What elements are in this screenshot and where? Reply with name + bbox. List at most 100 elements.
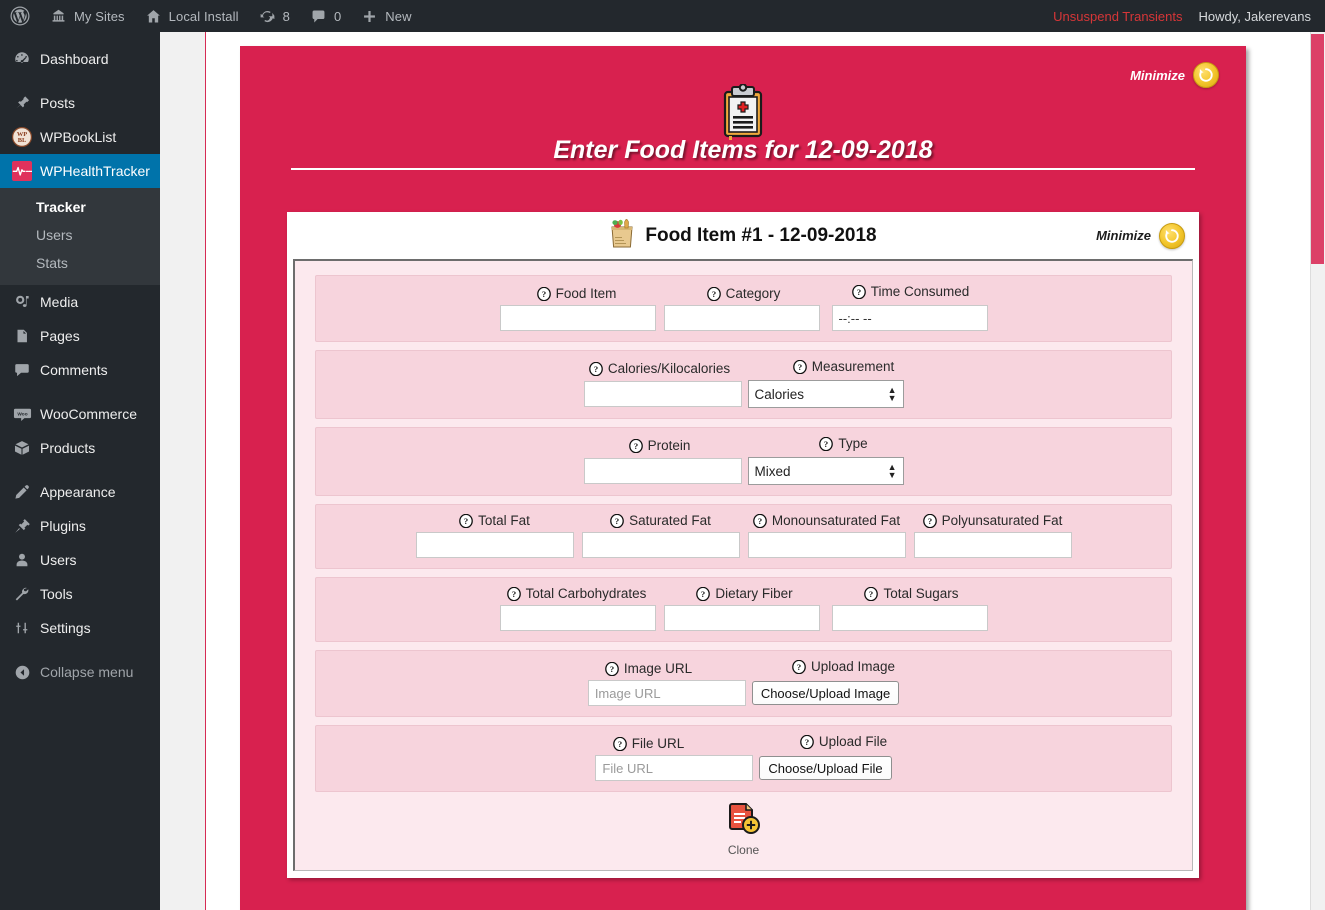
file-url-input[interactable] <box>595 755 754 781</box>
help-icon[interactable]: ? <box>706 286 721 301</box>
calories-label: Calories/Kilocalories <box>607 361 731 376</box>
category-input[interactable] <box>663 305 820 331</box>
food-item-form: ? Food Item ? Category ? Time Consumed -… <box>293 259 1193 871</box>
sidebar-subitem-stats[interactable]: Stats <box>0 249 160 277</box>
unsuspend-transients-link[interactable]: Unsuspend Transients <box>1041 9 1194 24</box>
sidebar-item-media-label: Media <box>40 294 79 310</box>
sidebar-item-comments[interactable]: Comments <box>0 353 160 387</box>
content-left-rule <box>205 32 206 910</box>
monounsaturated-fat-input[interactable] <box>747 532 906 558</box>
help-icon[interactable]: ? <box>610 513 624 528</box>
my-sites-menu[interactable]: My Sites <box>40 0 135 32</box>
help-icon[interactable]: ? <box>459 513 473 528</box>
food-item-card-header: Food Item #1 - 12-09-2018 Minimize <box>287 212 1199 259</box>
dietary-fiber-input[interactable] <box>663 605 820 631</box>
collapse-menu-label: Collapse menu <box>40 664 134 680</box>
help-icon[interactable]: ? <box>588 361 603 376</box>
help-icon[interactable]: ? <box>696 586 711 601</box>
page-title: Enter Food Items for 12-09-2018 <box>553 136 933 164</box>
adminbar-right-group: Unsuspend Transients Howdy, Jakerevans <box>1041 9 1325 24</box>
help-icon[interactable]: ? <box>605 661 619 676</box>
sidebar-item-woocommerce[interactable]: Woo WooCommerce <box>0 397 160 431</box>
form-row-calories: ? Calories/Kilocalories ? Measurement Ca… <box>315 350 1172 419</box>
help-icon[interactable]: ? <box>799 734 814 749</box>
choose-upload-image-button[interactable]: Choose/Upload Image <box>751 681 900 705</box>
monounsaturated-fat-label-group: ? Monounsaturated Fat <box>744 513 910 528</box>
svg-text:?: ? <box>798 362 802 372</box>
panel-minimize-button[interactable]: Minimize <box>1130 62 1219 88</box>
upload-image-label: Upload Image <box>810 659 896 674</box>
sidebar-subitem-tracker[interactable]: Tracker <box>0 193 160 221</box>
food-item-card: Food Item #1 - 12-09-2018 Minimize ? Foo… <box>287 212 1199 878</box>
measurement-select[interactable]: Calories <box>747 380 904 408</box>
time-consumed-input[interactable] <box>831 305 988 331</box>
sidebar-item-media[interactable]: Media <box>0 285 160 319</box>
help-icon[interactable]: ? <box>612 736 627 751</box>
heartbeat-badge-icon <box>8 161 36 181</box>
sidebar-item-wphealthtracker[interactable]: WPHealthTracker <box>0 154 160 188</box>
help-icon[interactable]: ? <box>506 586 521 601</box>
sidebar-item-pages[interactable]: Pages <box>0 319 160 353</box>
help-icon[interactable]: ? <box>792 359 807 374</box>
help-icon[interactable]: ? <box>819 436 834 451</box>
dashboard-icon <box>8 50 36 68</box>
updates-menu[interactable]: 8 <box>249 0 300 32</box>
form-row-file: ? File URL ? Upload File File URL Choose… <box>315 725 1172 792</box>
svg-text:?: ? <box>618 739 622 749</box>
help-icon[interactable]: ? <box>628 438 643 453</box>
sidebar-item-tools-label: Tools <box>40 586 73 602</box>
pages-icon <box>8 327 36 345</box>
sidebar-item-products[interactable]: Products <box>0 431 160 465</box>
clone-button[interactable]: Clone <box>315 800 1172 857</box>
total-fat-input[interactable] <box>415 532 574 558</box>
svg-text:?: ? <box>615 516 619 526</box>
sidebar-item-dashboard[interactable]: Dashboard <box>0 42 160 76</box>
saturated-fat-label: Saturated Fat <box>629 513 711 528</box>
new-content-menu[interactable]: New <box>351 0 421 32</box>
choose-upload-file-button[interactable]: Choose/Upload File <box>759 756 892 780</box>
sidebar-subitem-users[interactable]: Users <box>0 221 160 249</box>
protein-label-group: ? Protein <box>560 438 760 453</box>
calories-input[interactable] <box>583 381 742 407</box>
howdy-account-menu[interactable]: Howdy, Jakerevans <box>1195 9 1325 24</box>
help-icon[interactable]: ? <box>851 284 866 299</box>
svg-text:BL: BL <box>18 137 27 144</box>
total-sugars-input[interactable] <box>831 605 988 631</box>
image-url-input[interactable] <box>587 680 746 706</box>
help-icon[interactable]: ? <box>922 513 937 528</box>
help-icon[interactable]: ? <box>536 286 551 301</box>
comments-count: 0 <box>333 8 342 24</box>
type-select-wrap: Mixed ▲ ▼ <box>747 457 904 485</box>
site-name-menu[interactable]: Local Install <box>135 0 249 32</box>
wphealthtracker-submenu: Tracker Users Stats <box>0 188 160 285</box>
comments-menu[interactable]: 0 <box>300 0 351 32</box>
help-icon[interactable]: ? <box>864 586 879 601</box>
sidebar-item-comments-label: Comments <box>40 362 108 378</box>
help-icon[interactable]: ? <box>792 659 806 674</box>
type-select[interactable]: Mixed <box>747 457 904 485</box>
collapse-menu-button[interactable]: Collapse menu <box>0 655 160 689</box>
protein-input[interactable] <box>583 458 742 484</box>
sidebar-item-posts[interactable]: Posts <box>0 86 160 120</box>
polyunsaturated-fat-input[interactable] <box>913 532 1072 558</box>
sidebar-item-appearance[interactable]: Appearance <box>0 475 160 509</box>
sidebar-item-settings[interactable]: Settings <box>0 611 160 645</box>
card-minimize-button[interactable]: Minimize <box>1096 222 1185 249</box>
page-scrollbar-thumb[interactable] <box>1311 34 1324 264</box>
media-icon <box>8 293 36 311</box>
total-carbohydrates-input[interactable] <box>499 605 656 631</box>
svg-text:?: ? <box>797 662 801 672</box>
svg-text:?: ? <box>610 664 614 674</box>
wordpress-logo-button[interactable] <box>0 0 40 32</box>
image-url-label-group: ? Image URL <box>549 661 749 676</box>
menu-gap-4 <box>0 645 160 655</box>
food-item-input[interactable] <box>499 305 656 331</box>
form-row-carbs: ? Total Carbohydrates ? Dietary Fiber ? … <box>315 577 1172 642</box>
saturated-fat-input[interactable] <box>581 532 740 558</box>
sidebar-item-tools[interactable]: Tools <box>0 577 160 611</box>
sidebar-item-wpbooklist[interactable]: WP BL WPBookList <box>0 120 160 154</box>
sidebar-item-plugins[interactable]: Plugins <box>0 509 160 543</box>
sidebar-item-users[interactable]: Users <box>0 543 160 577</box>
help-icon[interactable]: ? <box>752 513 767 528</box>
comments-icon <box>8 361 36 379</box>
